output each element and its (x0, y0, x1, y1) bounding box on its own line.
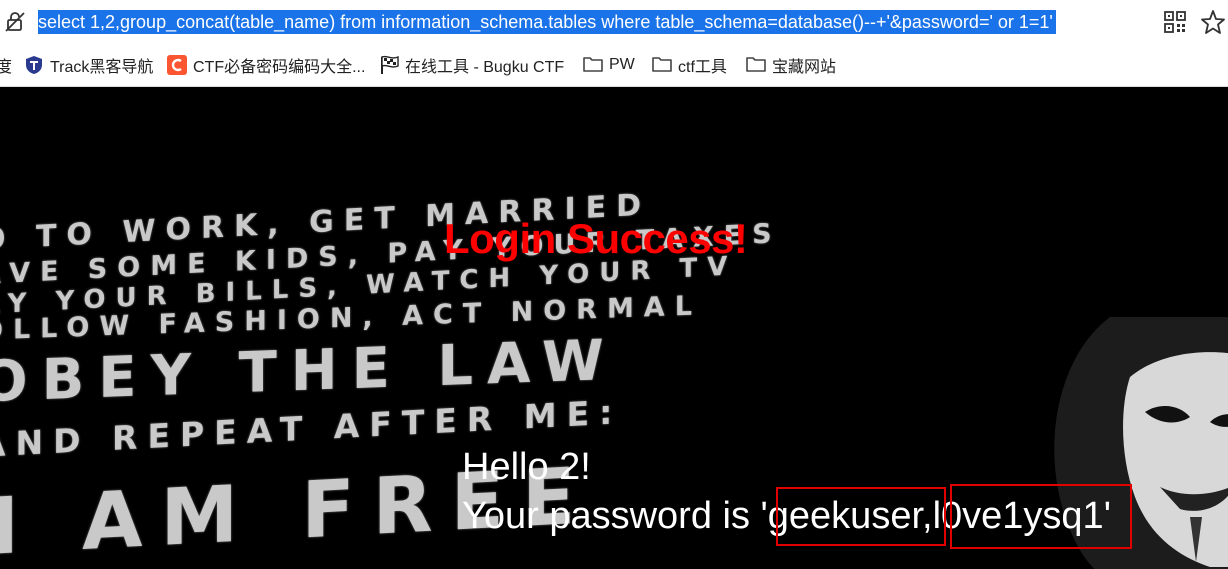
bookmark-label: 度 (0, 59, 13, 76)
not-secure-icon[interactable] (4, 11, 26, 33)
bookmark-ctf-codes[interactable]: CTF必备密码编码大全... (167, 44, 365, 86)
checkered-flag-icon (379, 55, 399, 75)
bookmark-folder-ctf-tools[interactable]: ctf工具 (652, 44, 727, 86)
bookmark-bugku[interactable]: 在线工具 - Bugku CTF (379, 44, 564, 86)
bookmark-star-icon[interactable] (1200, 9, 1226, 35)
page-content: O TO WORK, GET MARRIED AVE SOME KIDS, PA… (0, 87, 1228, 569)
password-prefix: Your password is ' (462, 495, 768, 537)
qr-code-icon[interactable] (1164, 11, 1186, 33)
csdn-c-icon (167, 55, 187, 75)
login-success-heading: Login Success! (444, 215, 748, 262)
bookmark-folder-treasure-sites[interactable]: 宝藏网站 (746, 44, 836, 86)
bookmark-track[interactable]: Track黑客导航 (24, 44, 153, 86)
bookmark-label: 宝藏网站 (772, 59, 837, 76)
bookmark-label: CTF必备密码编码大全... (193, 59, 366, 76)
folder-icon (746, 55, 766, 75)
hello-message: Hello 2! (462, 446, 591, 488)
bookmark-label: 在线工具 - Bugku CTF (405, 59, 565, 76)
bookmark-partial[interactable]: 度 (0, 44, 12, 86)
bookmark-folder-pw[interactable]: PW (583, 44, 635, 86)
highlight-box-password (950, 484, 1132, 549)
address-bar: select 1,2,group_concat(table_name) from… (0, 0, 1228, 44)
url-field[interactable]: select 1,2,group_concat(table_name) from… (38, 10, 1056, 34)
folder-icon (583, 55, 603, 75)
bookmark-label: ctf工具 (678, 59, 727, 76)
bookmark-label: PW (609, 56, 635, 73)
highlight-box-username (776, 487, 946, 546)
bookmark-label: Track黑客导航 (50, 59, 154, 76)
track-shield-icon (24, 55, 44, 75)
folder-icon (652, 55, 672, 75)
bookmarks-bar: 度 Track黑客导航 CTF必备密码编码大全... 在线工具 - Bugku … (0, 44, 1228, 87)
